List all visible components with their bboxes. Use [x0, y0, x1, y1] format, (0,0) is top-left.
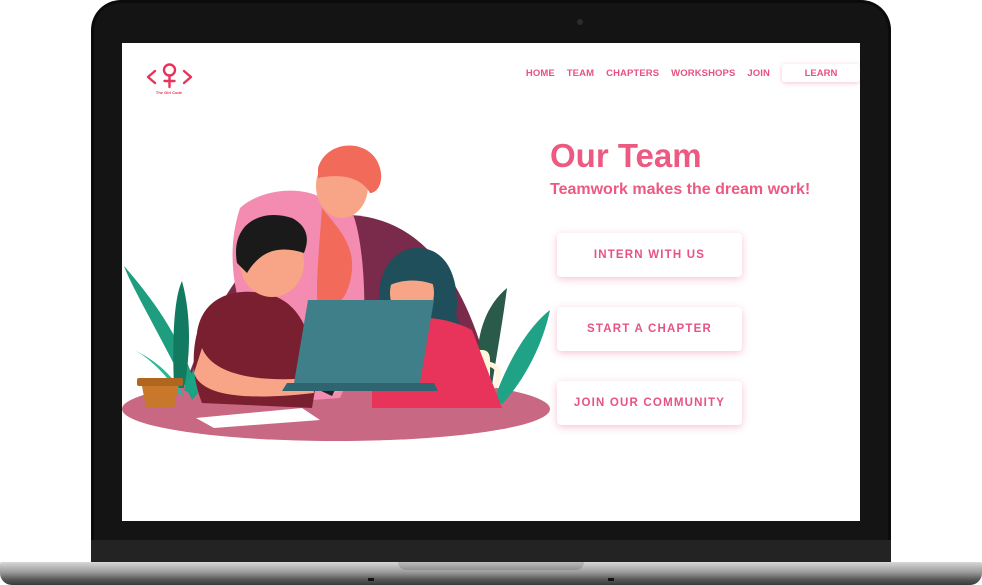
nav-home[interactable]: HOME: [526, 68, 555, 79]
top-nav: HOME TEAM CHAPTERS WORKSHOPS JOIN LEARN: [514, 64, 860, 82]
team-illustration: [122, 145, 550, 441]
nav-chapters[interactable]: CHAPTERS: [606, 68, 659, 79]
website-screen: The Girl Code HOME TEAM CHAPTERS WORKSHO…: [122, 43, 860, 521]
page-subtitle: Teamwork makes the dream work!: [550, 181, 811, 198]
page-title: Our Team: [550, 137, 702, 174]
camera-icon: [577, 19, 583, 25]
laptop-notch: [398, 562, 584, 570]
nav-learn-button[interactable]: LEARN: [782, 64, 860, 82]
logo-text: The Girl Code: [155, 90, 183, 95]
nav-join[interactable]: JOIN: [747, 68, 770, 79]
start-a-chapter-button[interactable]: START A CHAPTER: [557, 307, 742, 351]
intern-with-us-button[interactable]: INTERN WITH US: [557, 233, 742, 277]
laptop-foot: [368, 578, 374, 581]
nav-workshops[interactable]: WORKSHOPS: [671, 68, 735, 79]
join-our-community-button[interactable]: JOIN OUR COMMUNITY: [557, 381, 742, 425]
nav-team[interactable]: TEAM: [567, 68, 594, 79]
laptop-foot: [608, 578, 614, 581]
laptop-chin: [91, 540, 891, 562]
